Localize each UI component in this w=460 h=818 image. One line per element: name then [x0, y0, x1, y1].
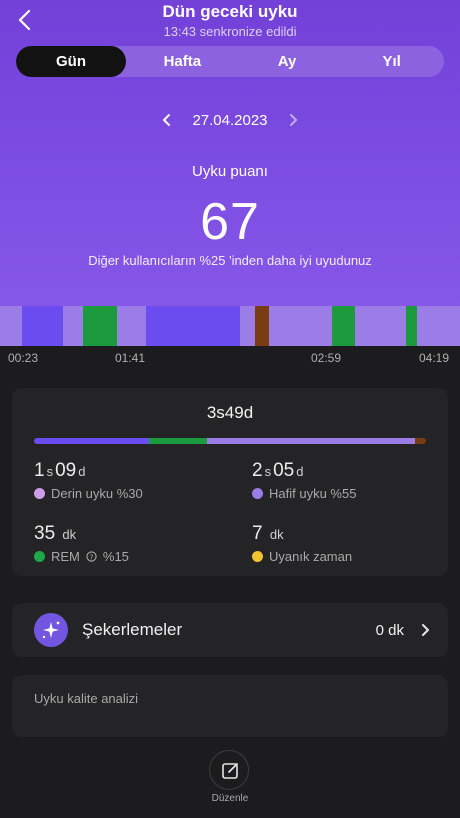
- total-sleep: 3s49d: [206, 403, 254, 422]
- help-icon[interactable]: ?: [86, 551, 97, 562]
- light-sleep-dot: [252, 488, 263, 499]
- bar-rem: [149, 438, 207, 444]
- stat-awake: 7 dk Uyanık zaman: [252, 523, 432, 564]
- stat-value: 7 dk: [252, 523, 284, 544]
- quality-label: Uyku kalite analizi: [34, 691, 139, 706]
- naps-row[interactable]: Şekerlemeler 0 dk: [12, 603, 448, 657]
- chevron-right-icon[interactable]: [286, 113, 300, 127]
- awake-dot: [252, 551, 263, 562]
- stat-deep-sleep: 1 s 09 d Derin uyku %30: [34, 460, 214, 501]
- stage-distribution-bar: [34, 438, 426, 444]
- edit-icon: [222, 763, 238, 779]
- segment-light: [63, 306, 83, 346]
- score-label: Uyku puanı: [192, 163, 268, 180]
- sleep-summary-card: 3s49d 1 s 09 d Derin uyku %30 2 s 05 d Hafif u…: [12, 388, 448, 576]
- period-tabs: Gün Hafta Ay Yıl: [16, 46, 444, 77]
- segment-deep: [22, 306, 63, 346]
- segment-deep: [146, 306, 240, 346]
- bar-light: [207, 438, 415, 444]
- deep-sleep-dot: [34, 488, 45, 499]
- stat-label: Uyanık zaman: [269, 549, 353, 564]
- naps-value: 0 dk: [375, 622, 404, 639]
- sparkle-icon: [34, 613, 68, 647]
- naps-label: Şekerlemeler: [82, 620, 183, 639]
- segment-light: [417, 306, 460, 346]
- segment-light: [0, 306, 22, 346]
- tick-label: 04:19: [419, 351, 450, 365]
- tab-month[interactable]: Ay: [235, 46, 340, 77]
- stat-label: REM: [51, 549, 80, 564]
- edit-label: Düzenle: [211, 793, 249, 804]
- tab-year[interactable]: Yıl: [339, 46, 444, 77]
- segment-awake: [255, 306, 269, 346]
- score-comparison: Diğer kullanıcıların %25 'inden daha iyi…: [88, 253, 372, 268]
- segment-light: [117, 306, 146, 346]
- segment-light: [355, 306, 406, 346]
- bar-deep: [34, 438, 149, 444]
- tick-label: 02:59: [311, 351, 342, 365]
- stat-value: 2 s 05 d: [252, 460, 304, 481]
- stat-percent: %15: [102, 549, 129, 564]
- tick-label: 00:23: [8, 351, 39, 365]
- current-date: 27.04.2023: [192, 111, 268, 129]
- segment-rem: [83, 306, 117, 346]
- tab-week[interactable]: Hafta: [130, 46, 235, 77]
- tick-label: 01:41: [115, 351, 146, 365]
- edit-button[interactable]: [209, 750, 249, 790]
- header-panel: Dün geceki uyku 13:43 senkronize edildi …: [0, 0, 460, 306]
- date-navigator: 27.04.2023: [0, 108, 460, 132]
- bar-awake: [415, 438, 426, 444]
- stat-rem: 35 dk REM ? %15: [34, 523, 214, 564]
- stat-value: 1 s 09 d: [34, 460, 86, 481]
- svg-text:?: ?: [89, 552, 93, 561]
- tab-day[interactable]: Gün: [16, 46, 126, 77]
- segment-light: [269, 306, 332, 346]
- chevron-right-icon: [422, 624, 429, 636]
- sleep-quality-card[interactable]: Uyku kalite analizi: [12, 675, 448, 737]
- stat-light-sleep: 2 s 05 d Hafif uyku %55: [252, 460, 432, 501]
- chevron-left-icon[interactable]: [160, 113, 174, 127]
- segment-light: [240, 306, 255, 346]
- stat-value: 35 dk: [34, 523, 77, 544]
- rem-dot: [34, 551, 45, 562]
- sleep-stage-timeline[interactable]: [0, 306, 460, 346]
- stat-label: Hafif uyku %55: [269, 486, 357, 501]
- sleep-score: 67: [200, 193, 260, 251]
- segment-rem: [332, 306, 355, 346]
- timeline-ticks: 00:23 01:41 02:59 04:19: [0, 351, 460, 365]
- segment-rem: [406, 306, 417, 346]
- page-title: Dün geceki uyku: [162, 2, 298, 21]
- sync-status: 13:43 senkronize edildi: [163, 24, 297, 39]
- stat-label: Derin uyku %30: [51, 486, 143, 501]
